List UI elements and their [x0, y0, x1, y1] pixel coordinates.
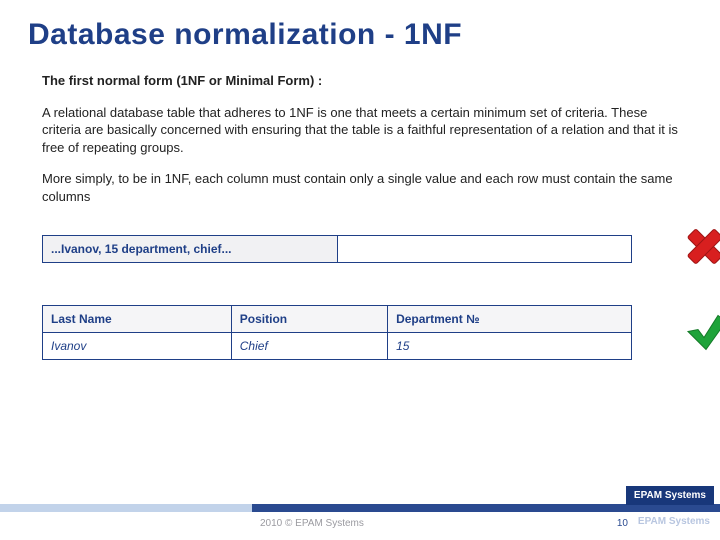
- header-department: Department №: [388, 306, 632, 333]
- good-example-area: Last Name Position Department № Ivanov C…: [42, 305, 678, 360]
- cell-lastname: Ivanov: [43, 333, 232, 360]
- table-row: Ivanov Chief 15: [43, 333, 632, 360]
- paragraph-2: More simply, to be in 1NF, each column m…: [42, 170, 678, 205]
- intro-bold: The first normal form (1NF or Minimal Fo…: [42, 72, 678, 90]
- good-table: Last Name Position Department № Ivanov C…: [42, 305, 632, 360]
- cell-position: Chief: [231, 333, 387, 360]
- brand-light: EPAM Systems: [638, 516, 710, 527]
- bad-example-area: ...Ivanov, 15 department, chief...: [42, 235, 678, 263]
- header-lastname: Last Name: [43, 306, 232, 333]
- page-number: 10: [617, 518, 628, 529]
- cross-icon: [682, 224, 720, 275]
- footer: EPAM Systems EPAM Systems 2010 © EPAM Sy…: [0, 504, 720, 540]
- bad-cell-empty: [337, 236, 632, 263]
- bad-table: ...Ivanov, 15 department, chief...: [42, 235, 632, 263]
- slide-title: Database normalization - 1NF: [0, 0, 720, 52]
- cell-department: 15: [388, 333, 632, 360]
- bad-cell: ...Ivanov, 15 department, chief...: [43, 236, 338, 263]
- header-position: Position: [231, 306, 387, 333]
- paragraph-1: A relational database table that adheres…: [42, 104, 678, 157]
- brand-badge: EPAM Systems: [626, 486, 714, 505]
- footer-copyright: 2010 © EPAM Systems: [260, 518, 364, 529]
- footer-bar: [0, 504, 720, 512]
- check-icon: [682, 307, 720, 358]
- slide-body: The first normal form (1NF or Minimal Fo…: [0, 52, 720, 205]
